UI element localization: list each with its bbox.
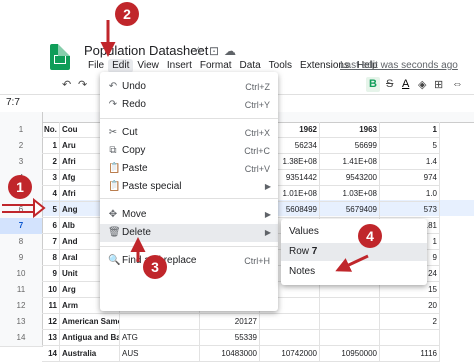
arrow-1 <box>2 204 38 213</box>
annotation-badge-1: 1 <box>8 175 32 199</box>
cell-value[interactable] <box>260 330 320 346</box>
cell-code[interactable]: AUS <box>120 346 200 362</box>
cell-country[interactable]: American Samoa <box>60 314 120 330</box>
cell-no[interactable]: 12 <box>42 314 60 330</box>
annotation-badge-2: 2 <box>115 2 139 26</box>
row-header-13[interactable]: 13 <box>0 314 43 331</box>
annotation-badge-3: 3 <box>143 255 167 279</box>
cell-value[interactable]: 10742000 <box>260 346 320 362</box>
cell-value[interactable]: 20127 <box>200 314 260 330</box>
cell-country[interactable]: Antigua and Bar <box>60 330 120 346</box>
row-header-14[interactable]: 14 <box>0 330 43 347</box>
cell-value[interactable] <box>320 330 380 346</box>
cell-value[interactable]: 10950000 <box>320 346 380 362</box>
cell-value[interactable] <box>380 330 440 346</box>
cell-country[interactable]: Australia <box>60 346 120 362</box>
cell-value[interactable]: 55339 <box>200 330 260 346</box>
cell-value[interactable]: 10483000 <box>200 346 260 362</box>
cell-no[interactable]: 13 <box>42 330 60 346</box>
arrow-4 <box>335 254 369 272</box>
cell-no[interactable]: 14 <box>42 346 60 362</box>
cell-code[interactable] <box>120 314 200 330</box>
cell-value[interactable]: 2 <box>380 314 440 330</box>
annotation-arrows <box>2 20 369 272</box>
annotation-badge-4: 4 <box>358 224 382 248</box>
cell-value[interactable]: 1116 <box>380 346 440 362</box>
cell-value[interactable] <box>260 314 320 330</box>
cell-code[interactable]: ATG <box>120 330 200 346</box>
cell-value[interactable] <box>320 314 380 330</box>
